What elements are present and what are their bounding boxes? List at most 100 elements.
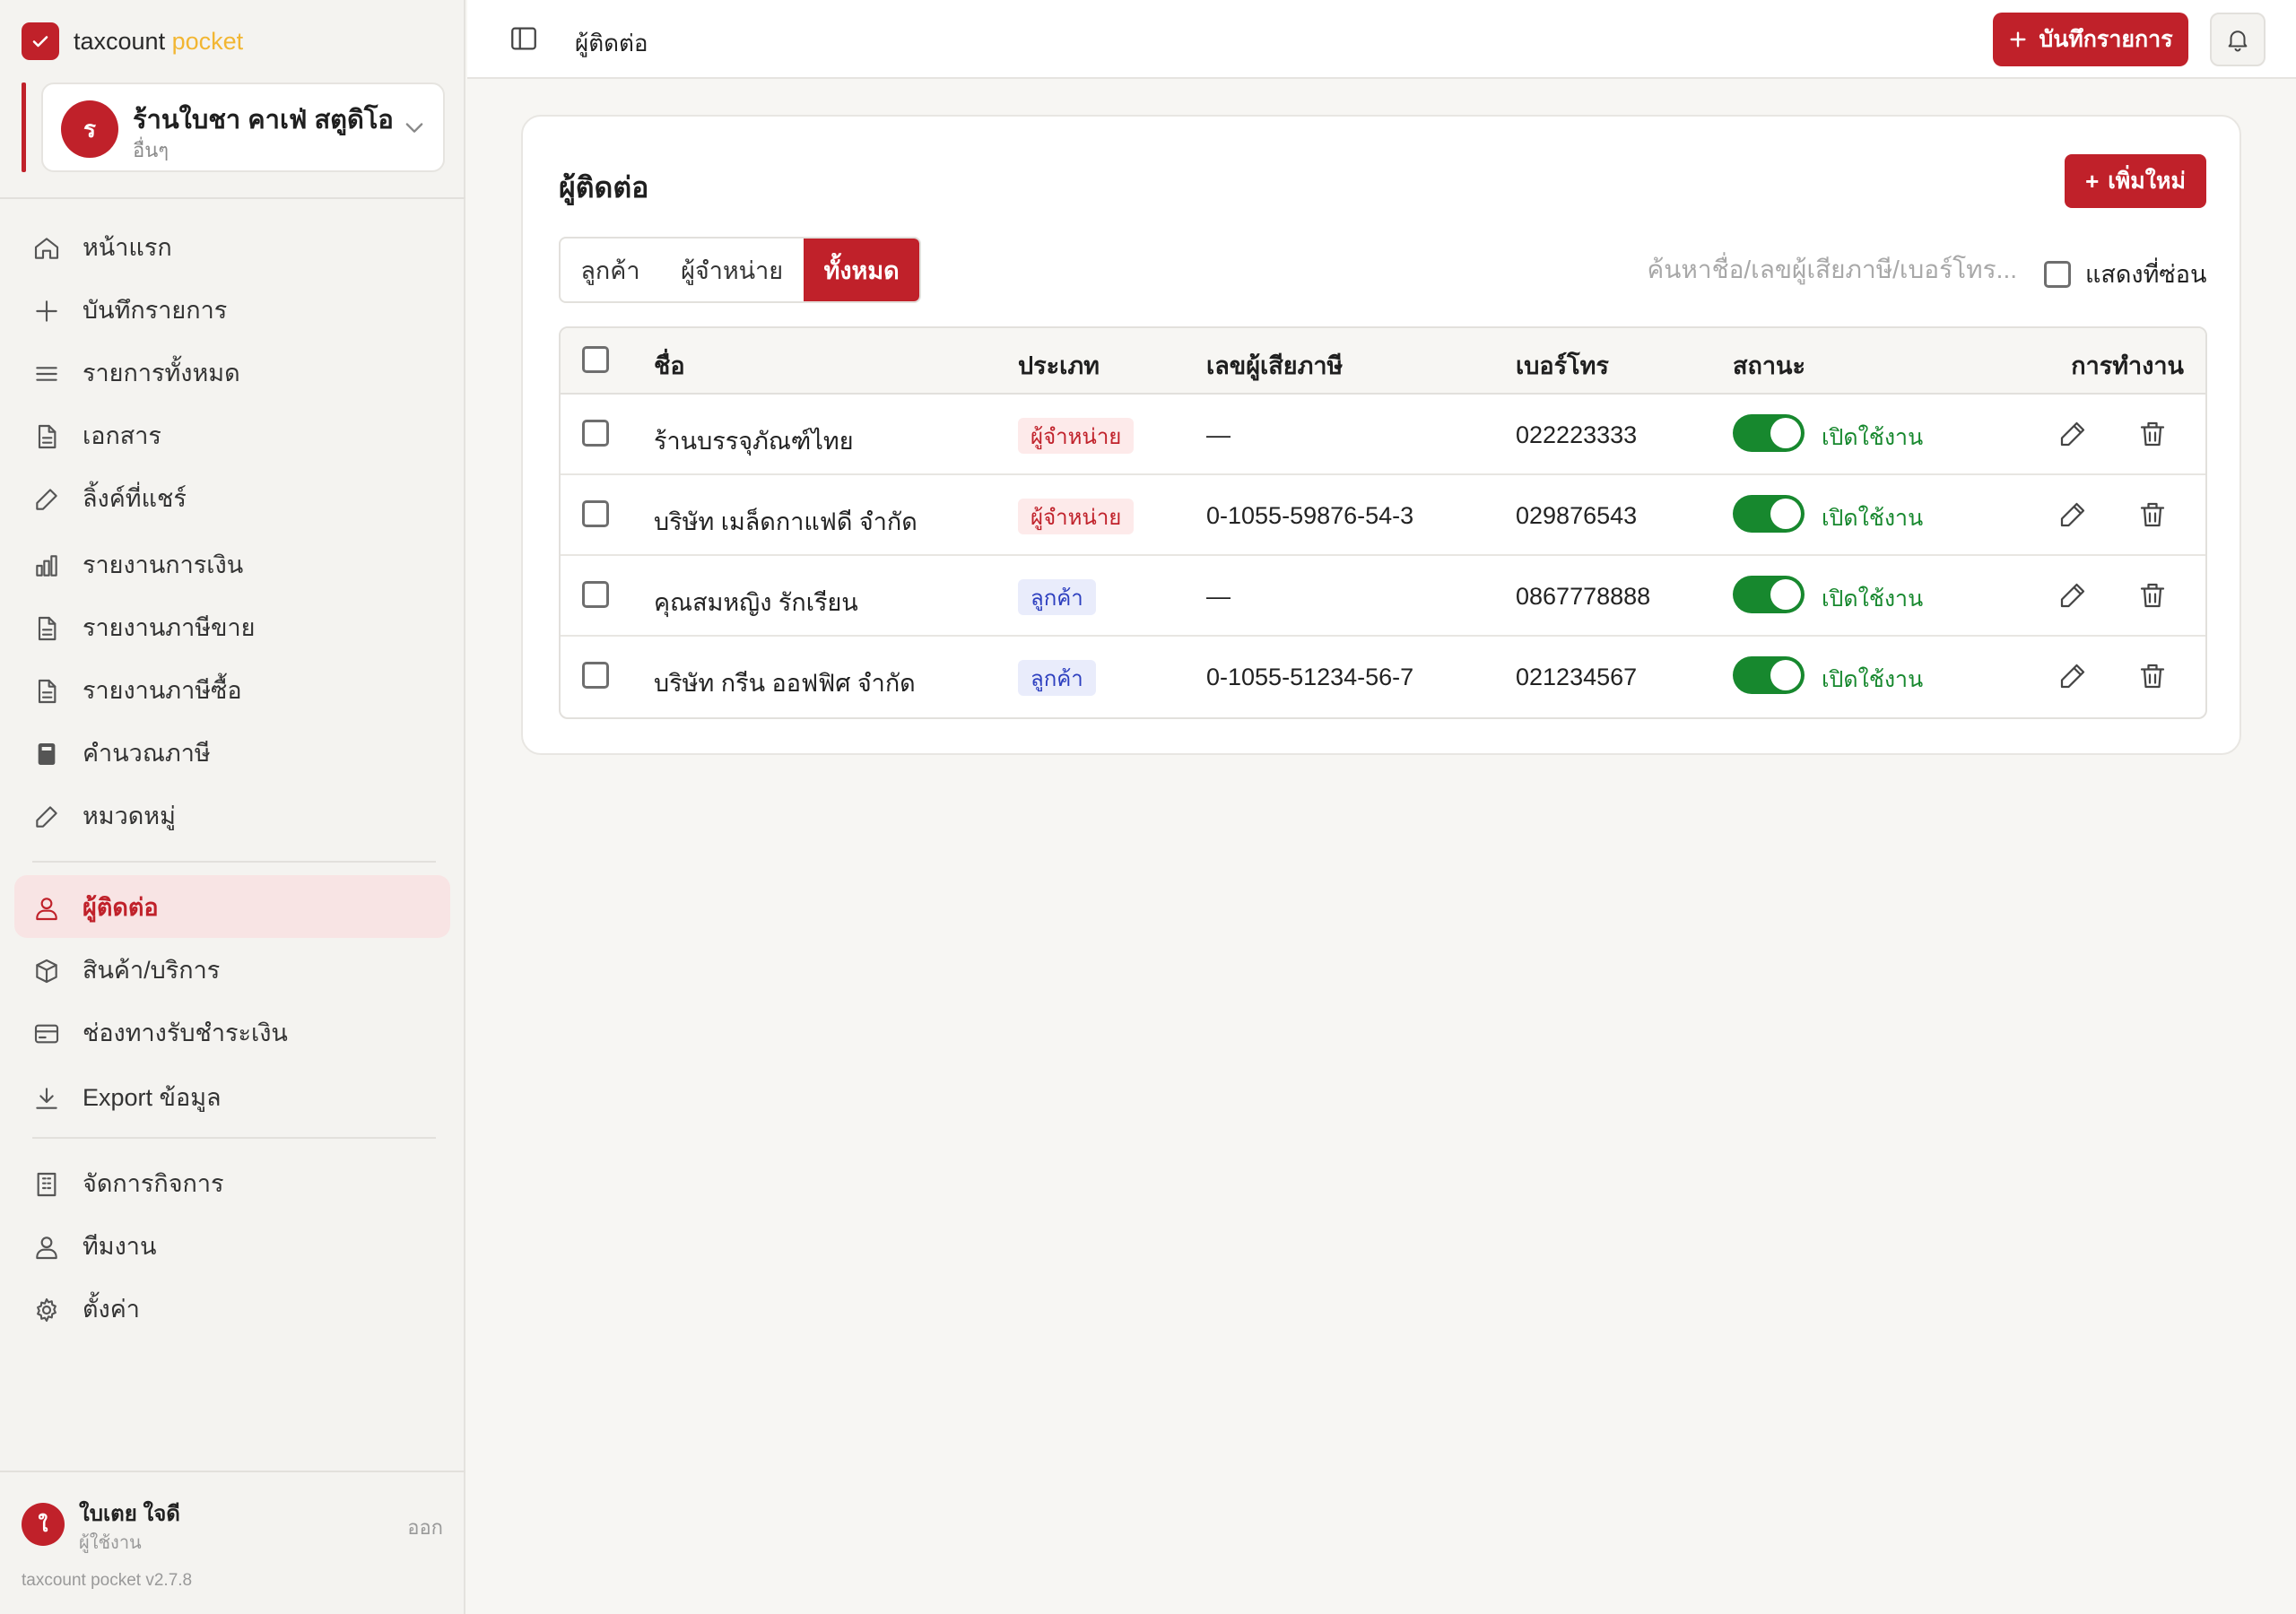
- show-hidden-toggle[interactable]: แสดงที่ซ่อน: [2044, 255, 2206, 293]
- sidebar-item[interactable]: คำนวณภาษี: [14, 721, 450, 784]
- contact-type-tabs: ลูกค้า ผู้จำหน่าย ทั้งหมด: [559, 237, 921, 303]
- sidebar-item-label: หมวดหมู่: [83, 802, 176, 829]
- sidebar-item[interactable]: หน้าแรก: [14, 215, 450, 278]
- header-status[interactable]: สถานะ: [1733, 346, 1805, 385]
- sidebar-item-label: รายการทั้งหมด: [83, 359, 240, 386]
- sidebar-item-label: รายงานภาษีขาย: [83, 613, 256, 641]
- table-row[interactable]: ร้านบรรจุภัณฑ์ไทย ผู้จำหน่าย — 022223333…: [561, 395, 2205, 475]
- delete-icon[interactable]: [2136, 660, 2169, 692]
- table-row[interactable]: บริษัท เมล็ดกาแฟดี จำกัด ผู้จำหน่าย 0-10…: [561, 475, 2205, 556]
- building-icon: [37, 1172, 57, 1197]
- edit-icon[interactable]: [2057, 660, 2089, 692]
- contact-type-badge: ลูกค้า: [1018, 579, 1096, 615]
- sidebar-item[interactable]: Export ข้อมูล: [14, 1065, 450, 1128]
- show-hidden-checkbox[interactable]: [2044, 260, 2071, 288]
- sidebar-item-label: ผู้ติดต่อ: [83, 893, 159, 921]
- row-checkbox[interactable]: [582, 662, 609, 689]
- workspace-switcher[interactable]: ร ร้านใบชา คาเฟ่ สตูดิโอ อื่นๆ: [22, 82, 445, 172]
- status-toggle[interactable]: [1733, 495, 1805, 533]
- edit-icon[interactable]: [2057, 499, 2089, 531]
- sidebar-item[interactable]: ช่องทางรับชำระเงิน: [14, 1001, 450, 1063]
- sidebar-item-label: เอกสาร: [83, 421, 161, 449]
- plus-icon: [36, 300, 57, 322]
- status-toggle[interactable]: [1733, 414, 1805, 452]
- toggle-knob: [1770, 499, 1801, 529]
- contact-tax-id: 0-1055-59876-54-3: [1206, 502, 1414, 529]
- header-phone[interactable]: เบอร์โทร: [1516, 346, 1609, 385]
- status-label: เปิดใช้งาน: [1822, 667, 1924, 692]
- edit-icon[interactable]: [2057, 579, 2089, 612]
- record-transaction-button[interactable]: บันทึกรายการ: [1993, 13, 2188, 66]
- row-checkbox[interactable]: [582, 420, 609, 447]
- record-transaction-label: บันทึกรายการ: [2039, 27, 2173, 52]
- document-icon: [38, 424, 57, 449]
- chevron-down-icon[interactable]: [402, 115, 427, 140]
- document-icon: [38, 679, 57, 704]
- workspace-accent-bar: [22, 82, 26, 172]
- sidebar-item[interactable]: หมวดหมู่: [14, 784, 450, 846]
- toggle-knob: [1770, 660, 1801, 690]
- sidebar-item[interactable]: รายงานภาษีซื้อ: [14, 658, 450, 721]
- contact-tax-id: 0-1055-51234-56-7: [1206, 664, 1414, 690]
- sidebar-item-label: รายงานการเงิน: [83, 551, 244, 578]
- row-checkbox[interactable]: [582, 581, 609, 608]
- tab-all[interactable]: ทั้งหมด: [804, 239, 919, 301]
- sidebar-item[interactable]: บันทึกรายการ: [14, 278, 450, 341]
- delete-icon[interactable]: [2136, 418, 2169, 450]
- header-type[interactable]: ประเภท: [1018, 346, 1100, 385]
- toggle-knob: [1770, 418, 1801, 448]
- add-contact-button[interactable]: + เพิ่มใหม่: [2065, 154, 2206, 208]
- header-tax-id[interactable]: เลขผู้เสียภาษี: [1206, 346, 1343, 385]
- tab-vendors[interactable]: ผู้จำหน่าย: [660, 239, 804, 301]
- workspace-name: ร้านใบชา คาเฟ่ สตูดิโอ: [133, 106, 394, 134]
- delete-icon[interactable]: [2136, 579, 2169, 612]
- sidebar-toggle-icon[interactable]: [509, 23, 539, 54]
- sidebar-item[interactable]: จัดการกิจการ: [14, 1151, 450, 1214]
- plus-icon: +: [2085, 167, 2100, 195]
- brand[interactable]: taxcount pocket: [22, 22, 243, 61]
- status-toggle[interactable]: [1733, 656, 1805, 694]
- contact-type-badge: ผู้จำหน่าย: [1018, 418, 1135, 454]
- sidebar-item[interactable]: ทีมงาน: [14, 1214, 450, 1277]
- status-toggle[interactable]: [1733, 576, 1805, 613]
- sidebar-item[interactable]: รายการทั้งหมด: [14, 341, 450, 404]
- sidebar-item[interactable]: เอกสาร: [14, 404, 450, 466]
- sidebar-item[interactable]: สินค้า/บริการ: [14, 938, 450, 1001]
- contact-name: บริษัท กรีน ออฟฟิศ จำกัด: [654, 670, 916, 697]
- delete-icon[interactable]: [2136, 499, 2169, 531]
- sidebar-item-label: คำนวณภาษี: [83, 739, 211, 767]
- sidebar-item[interactable]: ผู้ติดต่อ: [14, 875, 450, 938]
- sidebar-item-label: ทีมงาน: [83, 1232, 157, 1260]
- sidebar-item[interactable]: ตั้งค่า: [14, 1277, 450, 1340]
- contact-name: คุณสมหญิง รักเรียน: [654, 589, 858, 616]
- contact-phone: 029876543: [1516, 502, 1638, 529]
- sidebar-item-label: สินค้า/บริการ: [83, 956, 221, 984]
- status-label: เปิดใช้งาน: [1822, 425, 1924, 450]
- sidebar-item[interactable]: รายงานภาษีขาย: [14, 595, 450, 658]
- document-icon: [38, 616, 57, 641]
- notifications-button[interactable]: [2210, 13, 2266, 66]
- toggle-knob: [1770, 579, 1801, 610]
- contact-tax-id: —: [1206, 583, 1231, 610]
- header-actions: การทำงาน: [2071, 352, 2184, 379]
- brand-name-main: taxcount: [74, 27, 166, 55]
- search-input[interactable]: [1596, 247, 2017, 292]
- contact-name: บริษัท เมล็ดกาแฟดี จำกัด: [654, 508, 918, 535]
- tab-customers[interactable]: ลูกค้า: [561, 239, 660, 301]
- row-checkbox[interactable]: [582, 500, 609, 527]
- contact-phone: 022223333: [1516, 421, 1638, 448]
- pencil-icon: [36, 489, 57, 510]
- select-all-checkbox[interactable]: [582, 346, 609, 373]
- sidebar-item[interactable]: รายงานการเงิน: [14, 533, 450, 595]
- box-icon: [36, 959, 57, 984]
- contacts-table: ชื่อ ประเภท เลขผู้เสียภาษี เบอร์โทร สถาน…: [559, 326, 2207, 719]
- contact-name: ร้านบรรจุภัณฑ์ไทย: [654, 428, 854, 455]
- table-row[interactable]: บริษัท กรีน ออฟฟิศ จำกัด ลูกค้า 0-1055-5…: [561, 637, 2205, 717]
- sidebar-item[interactable]: ลิ้งค์ที่แชร์: [14, 466, 450, 529]
- workspace-card[interactable]: ร ร้านใบชา คาเฟ่ สตูดิโอ อื่นๆ: [41, 82, 445, 172]
- header-name[interactable]: ชื่อ: [654, 346, 685, 385]
- table-row[interactable]: คุณสมหญิง รักเรียน ลูกค้า — 0867778888 เ…: [561, 556, 2205, 637]
- contact-phone: 0867778888: [1516, 583, 1651, 610]
- logout-button[interactable]: ออก: [407, 1512, 443, 1543]
- edit-icon[interactable]: [2057, 418, 2089, 450]
